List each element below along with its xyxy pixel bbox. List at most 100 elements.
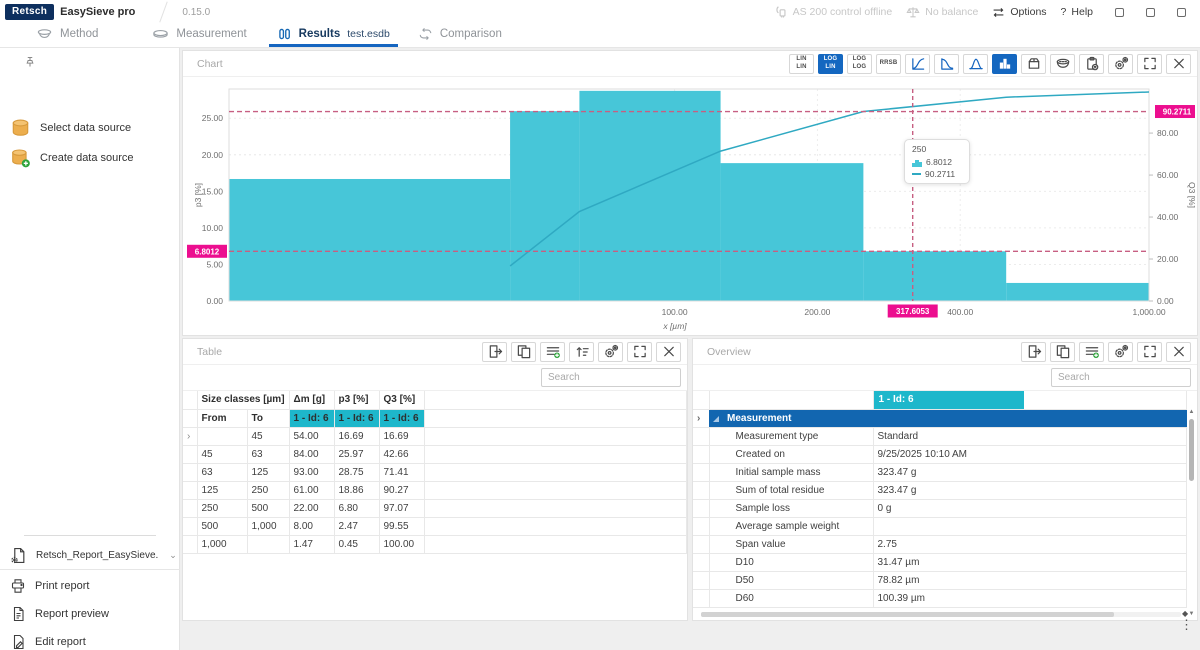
overview-label[interactable]: Measurement type	[709, 428, 873, 446]
tab-measurement[interactable]: Measurement	[144, 24, 254, 47]
series-header[interactable]: 1 - Id: 6	[334, 409, 379, 427]
overview-value[interactable]: Standard	[873, 428, 1187, 446]
group-expand-icon[interactable]	[713, 416, 719, 422]
table-row[interactable]: 25050022.006.8097.07	[183, 499, 687, 517]
cell-p3[interactable]: 28.75	[334, 463, 379, 481]
overview-search-input[interactable]	[1051, 368, 1191, 387]
overview-close-button[interactable]	[1166, 342, 1191, 362]
overview-label[interactable]: Sample loss	[709, 500, 873, 518]
cell-q3[interactable]: 16.69	[379, 427, 424, 445]
tab-method[interactable]: Method	[28, 24, 106, 47]
sidebar-item-print-report[interactable]: Print report	[0, 572, 180, 600]
cell-p3[interactable]: 16.69	[334, 427, 379, 445]
cell-q3[interactable]: 100.00	[379, 535, 424, 553]
overview-label[interactable]: D50	[709, 572, 873, 590]
scale-lin-lin-button[interactable]: LINLIN	[789, 54, 814, 74]
more-options-kebab[interactable]: ⋮	[1180, 622, 1193, 628]
overview-settings-button[interactable]	[1108, 342, 1133, 362]
overview-value[interactable]: 9/25/2025 10:10 AM	[873, 446, 1187, 464]
retained-curve-button[interactable]	[934, 54, 959, 74]
overview-label[interactable]: Span value	[709, 536, 873, 554]
overview-horizontal-scrollbar[interactable]: ◆	[701, 612, 1181, 617]
overview-row[interactable]: Initial sample mass323.47 g	[693, 464, 1187, 482]
cell-q3[interactable]: 99.55	[379, 517, 424, 535]
close-window-button[interactable]	[1177, 8, 1186, 17]
sidebar-pin-icon[interactable]	[24, 56, 36, 68]
sieve-view-button[interactable]	[1050, 54, 1075, 74]
cell-from[interactable]: 250	[197, 499, 247, 517]
cell-from[interactable]: 63	[197, 463, 247, 481]
maximize-button[interactable]	[1146, 8, 1155, 17]
sidebar-item-select-data-source[interactable]: Select data source	[0, 114, 180, 142]
overview-value[interactable]	[873, 518, 1187, 536]
series-header[interactable]: 1 - Id: 6	[874, 391, 1024, 409]
overview-row[interactable]: D60100.39 µm	[693, 590, 1187, 608]
tab-comparison[interactable]: Comparison	[410, 24, 510, 47]
cell-dm[interactable]: 84.00	[289, 445, 334, 463]
chart-area[interactable]: 0.005.0010.0015.0020.0025.000.0020.0040.…	[187, 79, 1193, 333]
chart-fullscreen-button[interactable]	[1137, 54, 1162, 74]
cell-dm[interactable]: 1.47	[289, 535, 334, 553]
cell-q3[interactable]: 90.27	[379, 481, 424, 499]
cell-to[interactable]	[247, 535, 289, 553]
overview-label[interactable]: Created on	[709, 446, 873, 464]
scale-rrsb-button[interactable]: RRSB	[876, 54, 901, 74]
col-p3[interactable]: p3 [%]	[334, 391, 379, 409]
overview-label[interactable]: Average sample weight	[709, 518, 873, 536]
col-to[interactable]: To	[247, 409, 289, 427]
cumulative-curve-button[interactable]	[905, 54, 930, 74]
cell-p3[interactable]: 25.97	[334, 445, 379, 463]
cell-p3[interactable]: 2.47	[334, 517, 379, 535]
cell-p3[interactable]: 18.86	[334, 481, 379, 499]
overview-value[interactable]: 78.82 µm	[873, 572, 1187, 590]
overview-value[interactable]: 31.47 µm	[873, 554, 1187, 572]
overview-value[interactable]: 323.47 g	[873, 464, 1187, 482]
cell-p3[interactable]: 6.80	[334, 499, 379, 517]
overview-row[interactable]: Sum of total residue323.47 g	[693, 482, 1187, 500]
cell-to[interactable]: 63	[247, 445, 289, 463]
table-column-chooser-button[interactable]	[540, 342, 565, 362]
table-row[interactable]: 456384.0025.9742.66	[183, 445, 687, 463]
sidebar-item-create-data-source[interactable]: Create data source	[0, 144, 180, 172]
table-copy-button[interactable]	[511, 342, 536, 362]
cell-dm[interactable]: 93.00	[289, 463, 334, 481]
overview-vertical-scrollbar[interactable]: ▲ ▼	[1188, 409, 1195, 617]
cell-dm[interactable]: 22.00	[289, 499, 334, 517]
cell-to[interactable]: 250	[247, 481, 289, 499]
col-size-classes[interactable]: Size classes [µm]	[197, 391, 289, 409]
table-fullscreen-button[interactable]	[627, 342, 652, 362]
cell-q3[interactable]: 97.07	[379, 499, 424, 517]
table-row[interactable]: 1,0001.470.45100.00	[183, 535, 687, 553]
table-row[interactable]: ›4554.0016.6916.69	[183, 427, 687, 445]
overview-row[interactable]: Span value2.75	[693, 536, 1187, 554]
series-header[interactable]: 1 - Id: 6	[379, 409, 424, 427]
chart-settings-button[interactable]	[1108, 54, 1133, 74]
overview-value[interactable]: 0 g	[873, 500, 1187, 518]
cell-to[interactable]: 1,000	[247, 517, 289, 535]
particle-size-chart[interactable]: 0.005.0010.0015.0020.0025.000.0020.0040.…	[187, 79, 1195, 335]
cell-to[interactable]: 125	[247, 463, 289, 481]
overview-row[interactable]: Sample loss0 g	[693, 500, 1187, 518]
cell-dm[interactable]: 8.00	[289, 517, 334, 535]
col-q3[interactable]: Q3 [%]	[379, 391, 424, 409]
scrollbar-thumb[interactable]	[1189, 419, 1194, 481]
options-button[interactable]: Options	[992, 6, 1046, 19]
cell-dm[interactable]: 54.00	[289, 427, 334, 445]
chart-close-button[interactable]	[1166, 54, 1191, 74]
table-sort-button[interactable]	[569, 342, 594, 362]
measurement-group-row[interactable]: › Measurement	[693, 410, 1187, 428]
report-template-selector[interactable]: Retsch_Report_EasySieve. ⌄	[0, 542, 180, 570]
series-header[interactable]: 1 - Id: 6	[289, 409, 334, 427]
overview-value[interactable]: 100.39 µm	[873, 590, 1187, 608]
scale-log-log-button[interactable]: LOGLOG	[847, 54, 872, 74]
overview-label[interactable]: Initial sample mass	[709, 464, 873, 482]
histogram-button[interactable]	[992, 54, 1017, 74]
table-row[interactable]: 12525061.0018.8690.27	[183, 481, 687, 499]
cell-dm[interactable]: 61.00	[289, 481, 334, 499]
table-row[interactable]: 5001,0008.002.4799.55	[183, 517, 687, 535]
col-dm[interactable]: Δm [g]	[289, 391, 334, 409]
cell-q3[interactable]: 42.66	[379, 445, 424, 463]
overview-label[interactable]: D60	[709, 590, 873, 608]
table-close-button[interactable]	[656, 342, 681, 362]
help-button[interactable]: ? Help	[1061, 6, 1093, 18]
